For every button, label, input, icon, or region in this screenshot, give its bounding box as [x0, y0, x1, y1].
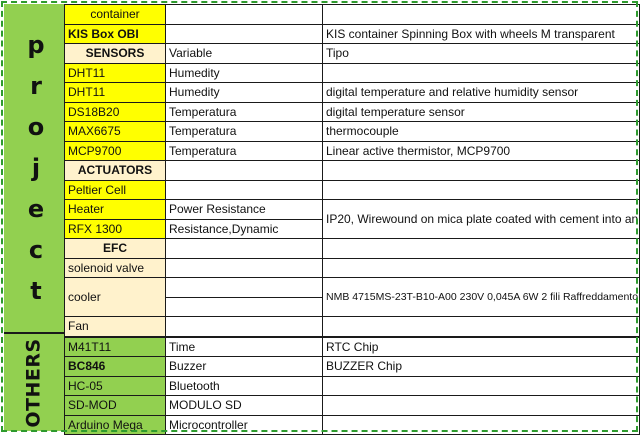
table-row: DHT11 Humedity digital temperature and r… [64, 82, 640, 103]
table-row: Heater Power Resistance IP20, Wirewound … [64, 199, 640, 239]
column-header-tipo[interactable]: Tipo [322, 43, 640, 64]
column-header-variable[interactable]: Variable [165, 43, 323, 64]
project-letter: c [28, 235, 44, 264]
cell-name[interactable]: container [64, 4, 166, 25]
project-letter: t [30, 276, 42, 305]
cell-variable[interactable]: MODULO SD [165, 395, 323, 416]
cell-name[interactable]: solenoid valve [64, 257, 166, 278]
component-table: container KIS Box OBI KIS container Spin… [64, 4, 640, 435]
cell-variable[interactable] [165, 160, 323, 181]
cell-description[interactable]: digital temperature sensor [322, 101, 640, 122]
cell-variable[interactable]: Bluetooth [165, 375, 323, 396]
cell-description[interactable]: digital temperature and relative humidit… [322, 82, 640, 103]
project-letter: r [30, 71, 42, 100]
project-side-label: p r o j e c t [4, 4, 64, 332]
cell-name[interactable]: SD-MOD [64, 395, 166, 416]
project-letters: p r o j e c t [27, 28, 44, 309]
cell-description[interactable]: BUZZER Chip [322, 356, 640, 377]
cell-description-merged[interactable]: NMB 4715MS-23T-B10-A00 230V 0,045A 6W 2 … [322, 277, 640, 317]
cell-name[interactable]: Peltier Cell [64, 179, 166, 200]
cell-description-merged[interactable]: IP20, Wirewound on mica plate coated wit… [322, 199, 640, 239]
cell-variable[interactable]: Temperatura [165, 140, 323, 161]
table-row: ACTUATORS [64, 160, 640, 181]
cell-variable[interactable]: Time [165, 335, 323, 357]
table-row: KIS Box OBI KIS container Spinning Box w… [64, 23, 640, 44]
project-letter: e [27, 194, 45, 223]
cell-name[interactable]: Heater [64, 199, 166, 220]
cell-description[interactable] [322, 414, 640, 435]
cell-description[interactable] [322, 257, 640, 278]
project-letter: j [31, 153, 41, 182]
table-row: MAX6675 Temperatura thermocouple [64, 121, 640, 142]
cell-description[interactable] [322, 160, 640, 181]
cell-name[interactable]: M41T11 [64, 335, 166, 357]
cell-variable[interactable] [165, 296, 323, 317]
table-row: HC-05 Bluetooth [64, 375, 640, 396]
cell-name[interactable]: BC846 [64, 356, 166, 377]
cell-variable[interactable] [165, 179, 323, 200]
cell-description[interactable]: KIS container Spinning Box with wheels M… [322, 23, 640, 44]
cell-name[interactable]: KIS Box OBI [64, 23, 166, 44]
cell-description[interactable] [322, 395, 640, 416]
section-header-actuators[interactable]: ACTUATORS [64, 160, 166, 181]
others-side-label: OTHERS [4, 334, 64, 431]
cell-name[interactable]: MCP9700 [64, 140, 166, 161]
cell-description[interactable] [322, 316, 640, 337]
cell-variable[interactable]: Humedity [165, 82, 323, 103]
cell-name[interactable]: MAX6675 [64, 121, 166, 142]
cell-name[interactable]: DHT11 [64, 62, 166, 83]
cell-description[interactable] [322, 179, 640, 200]
cell-name[interactable]: DS18B20 [64, 101, 166, 122]
cell-variable[interactable] [165, 277, 323, 298]
table-row: Peltier Cell [64, 179, 640, 200]
table-row: container [64, 4, 640, 25]
cell-variable[interactable]: Microcontroller [165, 414, 323, 435]
cell-variable[interactable] [165, 316, 323, 337]
cell-variable[interactable] [165, 257, 323, 278]
section-header-efc[interactable]: EFC [64, 238, 166, 259]
cell-variable[interactable]: Temperatura [165, 121, 323, 142]
cell-description[interactable]: Linear active thermistor, MCP9700 [322, 140, 640, 161]
table-row: solenoid valve [64, 257, 640, 278]
cell-name[interactable]: DHT11 [64, 82, 166, 103]
cell-variable[interactable] [165, 238, 323, 259]
cell-name[interactable]: cooler [64, 277, 166, 317]
cell-description[interactable]: RTC Chip [322, 335, 640, 357]
cell-variable[interactable]: Buzzer [165, 356, 323, 377]
cell-variable[interactable] [165, 4, 323, 25]
table-row: Arduino Mega Microcontroller [64, 414, 640, 435]
cell-description[interactable]: thermocouple [322, 121, 640, 142]
project-letter: o [27, 112, 45, 141]
cell-variable[interactable]: Temperatura [165, 101, 323, 122]
cell-name[interactable]: Fan [64, 316, 166, 337]
table-row: SD-MOD MODULO SD [64, 395, 640, 416]
cell-variable[interactable]: Power Resistance [165, 199, 323, 220]
cell-description[interactable] [322, 375, 640, 396]
table-row: EFC [64, 238, 640, 259]
cell-variable[interactable] [165, 23, 323, 44]
table-row: DS18B20 Temperatura digital temperature … [64, 101, 640, 122]
cell-description[interactable] [322, 238, 640, 259]
table-row: cooler NMB 4715MS-23T-B10-A00 230V 0,045… [64, 277, 640, 317]
cell-variable[interactable]: Humedity [165, 62, 323, 83]
project-letter: p [27, 30, 45, 59]
table-row: DHT11 Humedity [64, 62, 640, 83]
cell-description[interactable] [322, 62, 640, 83]
table-row: M41T11 Time RTC Chip [64, 335, 640, 357]
cell-name[interactable]: Arduino Mega [64, 414, 166, 435]
cell-variable[interactable]: Resistance,Dynamic [165, 218, 323, 239]
table-row: SENSORS Variable Tipo [64, 43, 640, 64]
cell-name[interactable]: RFX 1300 [64, 218, 166, 239]
cell-name[interactable]: HC-05 [64, 375, 166, 396]
others-label: OTHERS [23, 337, 45, 428]
spreadsheet: p r o j e c t OTHERS container KIS Box O… [0, 0, 641, 435]
table-row: BC846 Buzzer BUZZER Chip [64, 356, 640, 377]
table-row: MCP9700 Temperatura Linear active thermi… [64, 140, 640, 161]
table-row: Fan [64, 316, 640, 337]
section-header-sensors[interactable]: SENSORS [64, 43, 166, 64]
cell-description[interactable] [322, 4, 640, 25]
